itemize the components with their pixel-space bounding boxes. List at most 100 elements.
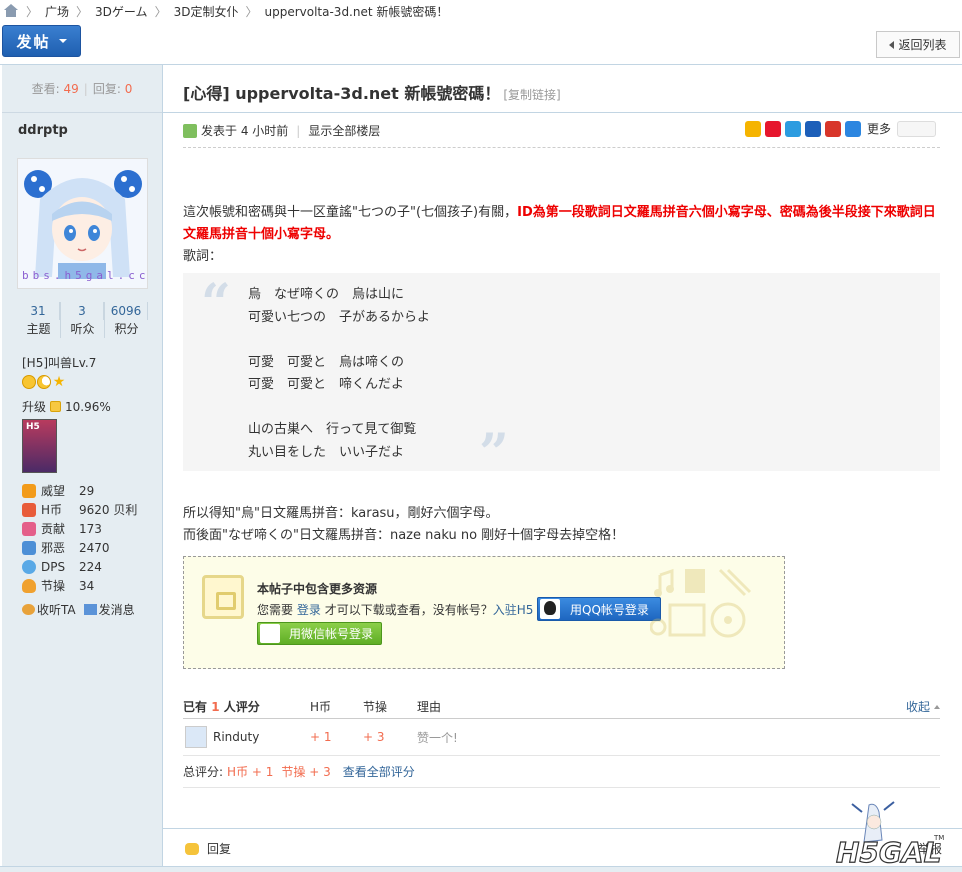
share-more[interactable]: 更多 [867,120,891,137]
user-level[interactable]: [H5]叫兽Lv.7 [22,354,96,371]
col-hcoin: H币 [310,700,332,714]
new-post-button[interactable]: 发帖 [2,25,81,57]
views-count: 49 [63,81,79,96]
wechat-login-button[interactable]: 用微信帐号登录 [257,622,382,645]
login-link[interactable]: 登录 [297,603,321,617]
rater-hcoin: + 1 [310,730,332,744]
qq-login-button[interactable]: 用QQ帐号登录 [537,597,661,621]
avatar[interactable]: bbs.h5gal.cc [17,158,148,289]
rating-summary: 已有 1 人评分 [183,700,260,714]
divider [163,112,962,113]
home-icon[interactable] [3,4,19,18]
bulb-icon [22,578,36,593]
qzone-icon[interactable] [745,120,761,137]
upgrade-progress: 升级 10.96% [22,398,111,415]
quote-line [248,329,430,352]
rating-total: 总评分: H币 + 1 节操 + 3 查看全部评分 [183,756,940,788]
lyrics-quote: “ 烏 なぜ啼くの 烏は山に 可愛い七つの 子があるからよ 可愛 可愛と 烏は啼… [183,273,940,484]
breadcrumb-item-current[interactable]: uppervolta-3d.net 新帳號密碼！ [264,3,448,20]
moon-icon [37,375,51,389]
count-points[interactable]: 6096 积分 [105,302,148,338]
author-name[interactable]: ddrptp [18,123,68,138]
attr-integrity: 节操 34 [22,576,137,595]
count-topics[interactable]: 31 主题 [17,302,61,338]
reply-button[interactable]: 回复 [185,840,231,857]
attr-evil: 邪恶 2470 [22,538,137,557]
caret-down-icon [58,39,67,43]
breadcrumb-item-3d-game[interactable]: 3Dゲーム [95,3,148,20]
avatar[interactable] [185,726,207,748]
h5gal-logo: H5GAL TM [835,801,944,870]
author-counts: 31 主题 3 听众 6096 积分 [17,302,148,338]
p1-text: 這次帳號和密碼與十一区童謠"七つの子"(七個孩子)有關， [183,205,518,220]
quote-line: 可愛 可愛と 烏は啼くの [248,354,405,370]
qq-weibo-icon[interactable] [785,120,801,137]
message-link[interactable]: 发消息 [83,601,135,618]
plus-icon[interactable] [845,120,861,137]
total-hcoin: H币 + 1 [227,765,274,779]
open-quote-icon: “ [201,273,231,334]
col-integrity: 节操 [363,700,388,714]
close-quote-icon: ” [479,423,509,484]
media-decoration-icon [650,568,752,638]
locked-content-box: 本帖子中包含更多资源 您需要 登录 才可以下载或查看，没有帐号？入驻H5 用QQ… [183,556,785,669]
medal-text: H5 [26,422,40,432]
count-listeners[interactable]: 3 听众 [61,302,105,338]
breadcrumb-item-3d-maid[interactable]: 3D定制女仆 [174,3,239,20]
lyrics-label: 歌詞： [183,249,223,264]
star-icon: ★ [52,374,66,390]
star-icon [22,559,36,574]
weibo-icon[interactable] [765,120,781,137]
attr-dps: DPS 224 [22,557,137,576]
author-actions: 收听TA 发消息 [22,601,135,618]
sun-icon [22,375,36,389]
chevron-right-icon: 〉 [154,4,167,19]
heart-icon [22,521,36,536]
logo-tm: TM [933,834,944,842]
collapse-rating-button[interactable]: 收起 [906,698,940,715]
upgrade-percent: 10.96% [65,399,111,414]
replies-label: 回复: [92,82,121,96]
avatar-watermark: bbs.h5gal.cc [22,269,150,282]
pengyou-icon[interactable] [825,120,841,137]
view-all-ratings-link[interactable]: 查看全部评分 [343,763,415,780]
share-bar: 更多 [745,120,937,137]
online-icon [183,123,197,138]
quote-line: 烏 なぜ啼くの 烏は山に [248,287,405,302]
medal-badge[interactable]: H5 [22,419,57,473]
caret-left-icon [889,40,895,49]
col-reason: 理由 [417,700,442,714]
copy-link[interactable]: [复制链接] [503,88,560,102]
breadcrumb-item-square[interactable]: 广场 [45,3,69,20]
post-title-text: [心得] uppervolta-3d.net 新帳號密碼！ [183,84,501,103]
replies-count: 0 [124,81,133,96]
register-link[interactable]: 入驻H5 [493,603,534,617]
table-row: Rinduty + 1 + 3 赞一个! [183,719,940,756]
level-stars: ★ [22,375,66,389]
total-integrity: 节操 + 3 [281,765,331,779]
show-all-floors-link[interactable]: 显示全部楼层 [308,122,380,139]
chevron-right-icon: 〉 [76,4,89,19]
qq-icon [540,599,560,619]
quote-line: 山の古巣へ 行って見て御覧 [248,422,417,437]
view-reply-stats: 查看: 49 | 回复: 0 [2,65,162,113]
rater-name[interactable]: Rinduty [213,730,259,744]
coin-icon [22,502,36,517]
crown-icon [22,483,36,498]
back-to-list-label: 返回列表 [898,38,947,52]
renren-icon[interactable] [805,120,821,137]
back-to-list-button[interactable]: 返回列表 [876,31,960,58]
attr-prestige: 威望 29 [22,481,137,500]
follow-link[interactable]: 收听TA [22,601,76,618]
quote-line: 丸い目をした いい子だよ [248,444,405,460]
attr-hcoin: H币 9620 贝利 [22,500,137,519]
breadcrumb: 〉 广场 〉 3Dゲーム 〉 3D定制女仆 〉 uppervolta-3d.ne… [0,0,962,22]
upgrade-label: 升级 [22,400,47,414]
new-post-label: 发帖 [16,32,51,51]
rater-integrity: + 3 [363,730,385,744]
author-sidebar: 查看: 49 | 回复: 0 ddrptp bbs.h5gal.cc 31 主题 … [2,65,163,872]
divider [183,147,940,148]
post-meta: 发表于 4 小时前 | 显示全部楼层 [183,122,380,139]
quote-line: 可愛い七つの 子があるからよ [248,309,431,325]
share-count-box [897,120,937,137]
